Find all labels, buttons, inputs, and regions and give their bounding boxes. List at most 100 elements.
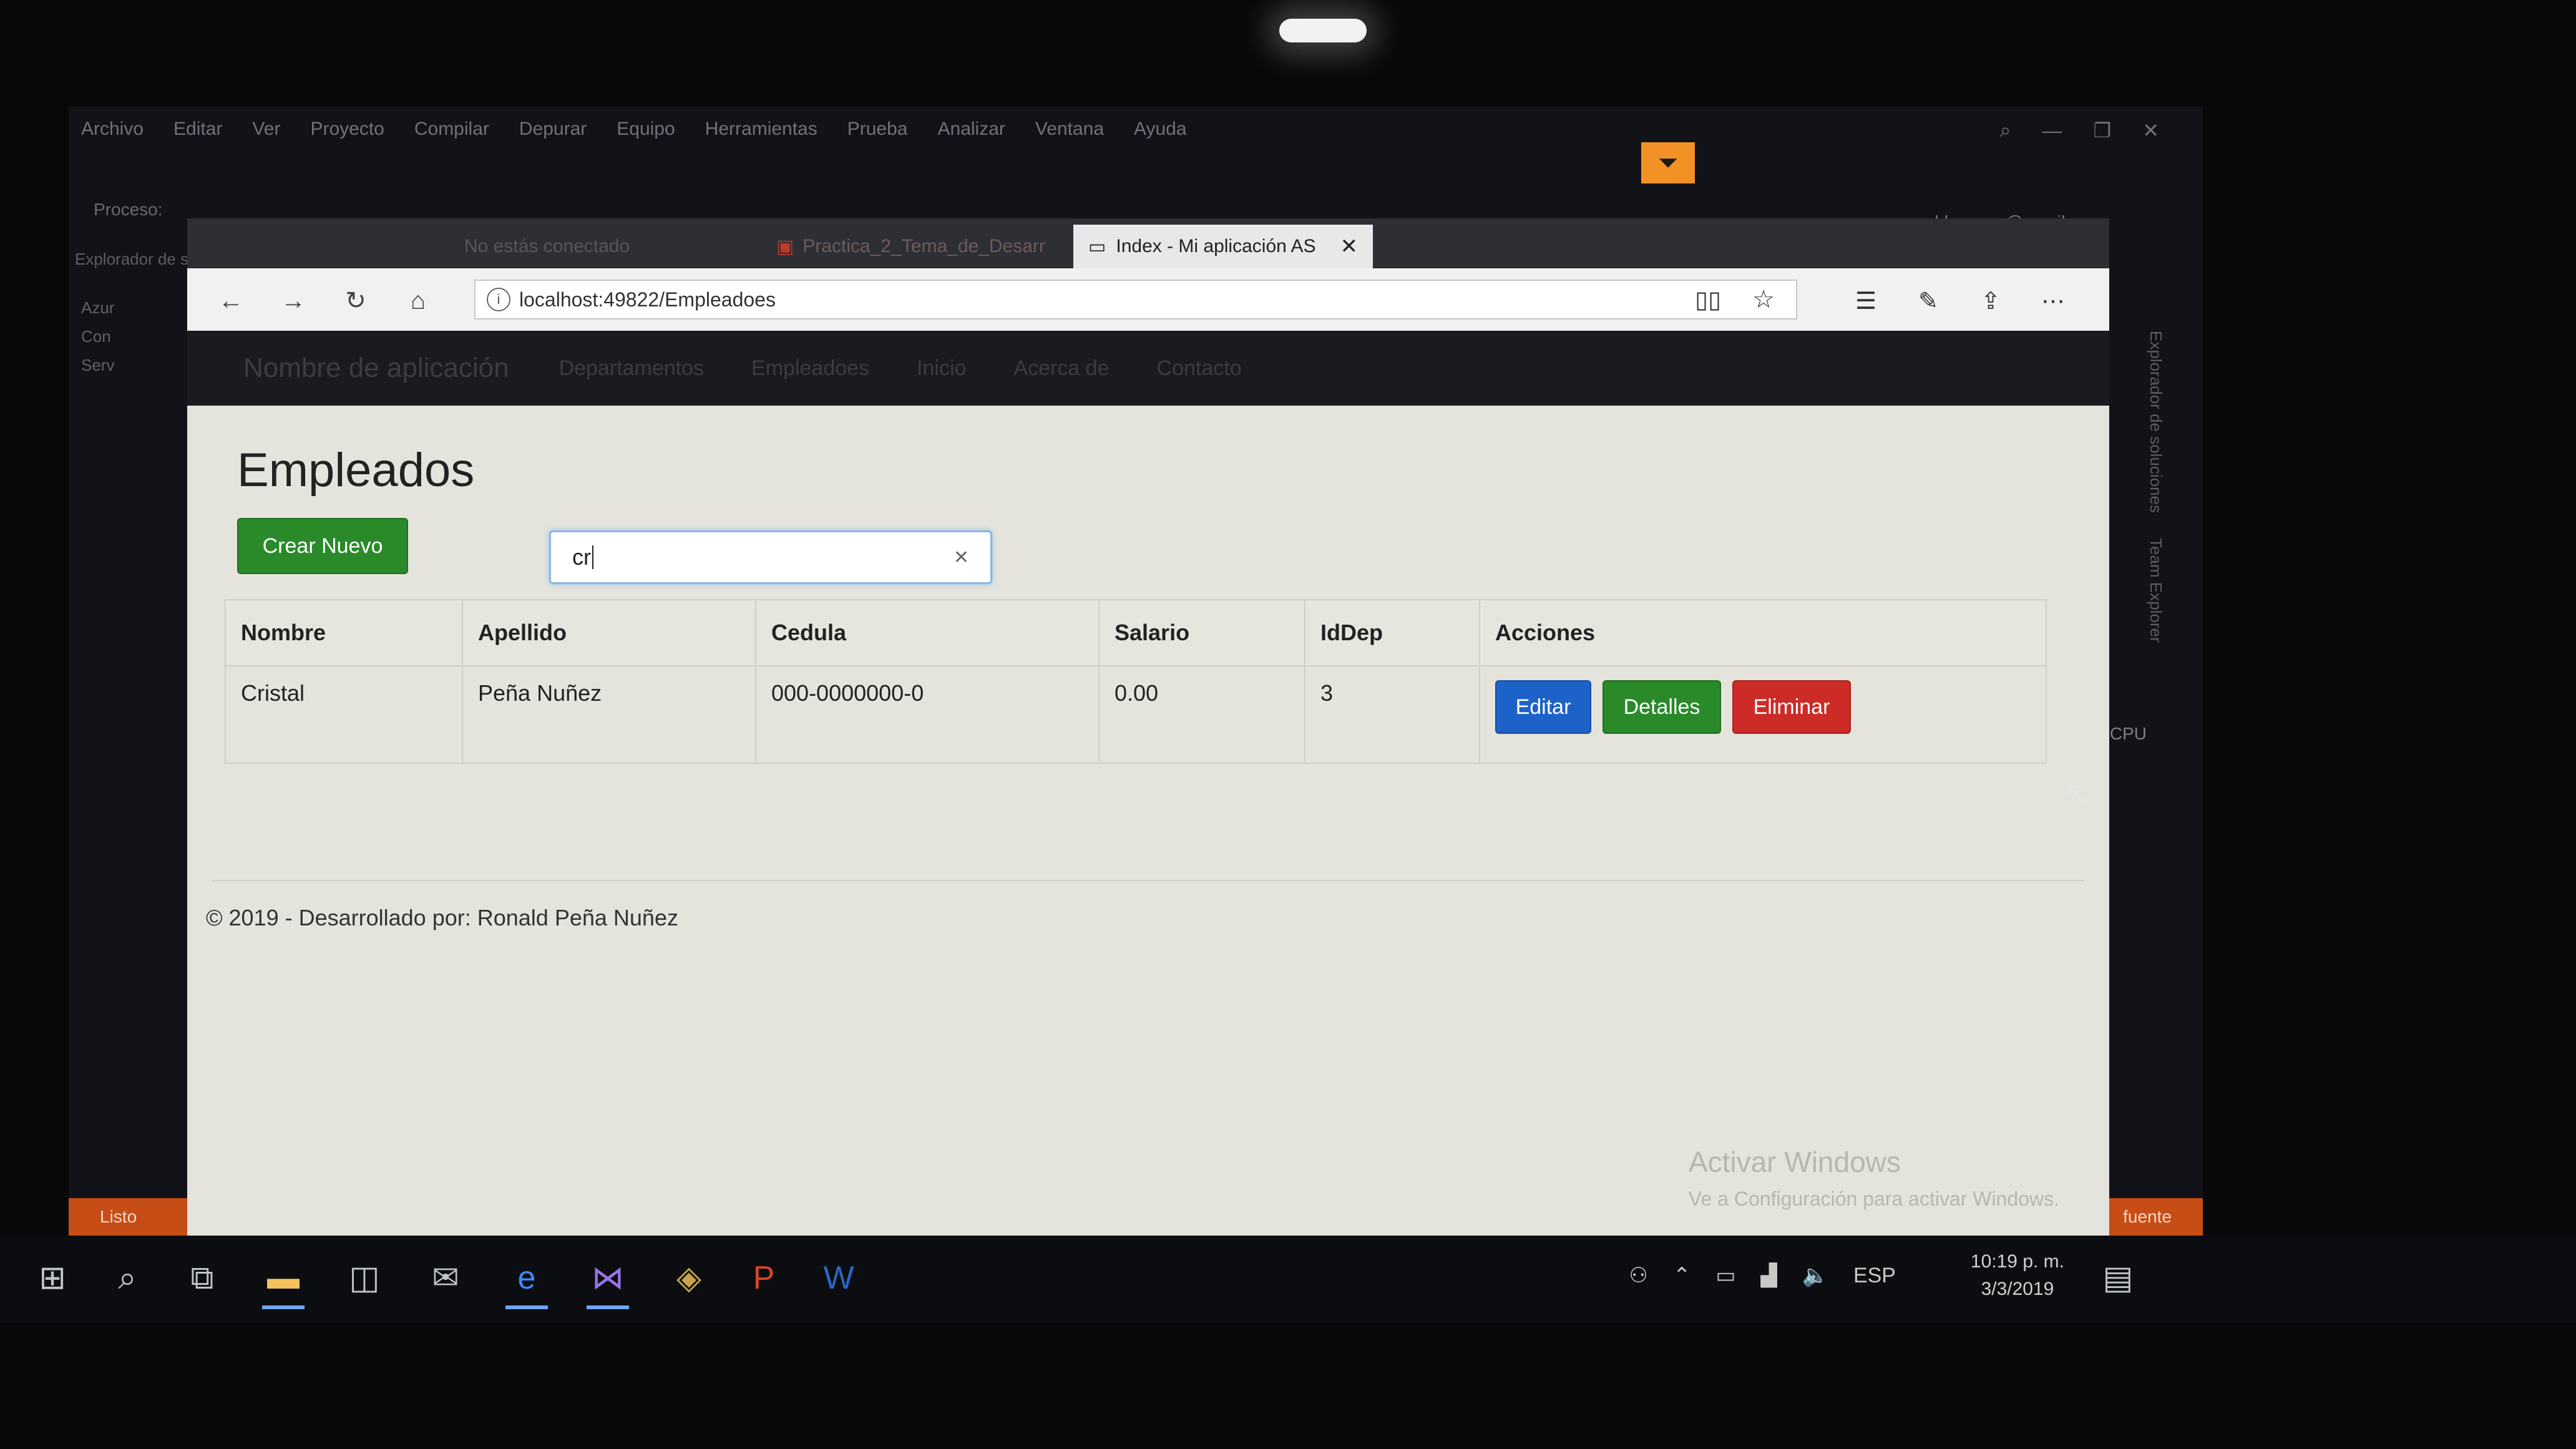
menu-ayuda[interactable]: Ayuda — [1134, 119, 1187, 140]
info-icon[interactable]: i — [487, 288, 510, 311]
chevron-up-icon[interactable]: ⌃ — [1673, 1263, 1691, 1288]
more-icon[interactable]: ⋯ — [2034, 282, 2072, 320]
forward-icon[interactable]: → — [275, 282, 312, 320]
nav-link-departamentos[interactable]: Departamentos — [559, 356, 704, 381]
refresh-icon[interactable]: ↻ — [337, 282, 374, 320]
clock-date: 3/3/2019 — [1981, 1279, 2054, 1299]
favorites-icon[interactable]: ☰ — [1847, 282, 1885, 320]
menu-editar[interactable]: Editar — [173, 119, 222, 140]
tree-item[interactable]: Azur — [81, 293, 114, 322]
details-button[interactable]: Detalles — [1603, 680, 1721, 734]
cell-cedula: 000-0000000-0 — [755, 665, 1100, 764]
nav-link-inicio[interactable]: Inicio — [917, 356, 966, 381]
column-header-nombre: Nombre — [225, 599, 463, 666]
people-icon[interactable]: ⚇ — [1629, 1263, 1647, 1288]
search-icon[interactable]: ⌕ — [2000, 119, 2011, 142]
close-tab-icon[interactable]: ✕ — [1340, 234, 1359, 259]
edit-button[interactable]: Editar — [1495, 680, 1591, 734]
menu-analizar[interactable]: Analizar — [938, 119, 1005, 140]
solution-tree: Azur Con Serv — [81, 293, 114, 379]
delete-button[interactable]: Eliminar — [1732, 680, 1851, 734]
menu-prueba[interactable]: Prueba — [847, 119, 908, 140]
tab-label: No estás conectado — [464, 236, 630, 256]
menu-herramientas[interactable]: Herramientas — [705, 119, 817, 140]
reading-view-icon[interactable]: ▯▯ — [1695, 286, 1721, 314]
vs-menu-bar: Archivo Editar Ver Proyecto Compilar Dep… — [81, 119, 1187, 140]
language-indicator[interactable]: ESP — [1853, 1264, 1896, 1288]
windows-start-icon[interactable]: ⊞ — [25, 1251, 80, 1305]
network-icon[interactable]: ▟ — [1760, 1263, 1777, 1288]
table-header-row: Nombre Apellido Cedula Salario IdDep Acc… — [225, 599, 2047, 666]
tab-index[interactable]: ▭ Index - Mi aplicación AS ✕ — [1073, 225, 1373, 268]
watermark-subtitle: Ve a Configuración para activar Windows. — [1688, 1188, 2059, 1210]
visual-studio-icon[interactable]: ⋈ — [580, 1251, 635, 1309]
clear-search-icon[interactable]: ✕ — [954, 547, 969, 568]
clock[interactable]: 10:19 p. m. 3/3/2019 — [1971, 1248, 2064, 1303]
nav-link-contacto[interactable]: Contacto — [1157, 356, 1242, 381]
back-icon[interactable]: ← — [212, 282, 250, 320]
menu-depurar[interactable]: Depurar — [519, 119, 587, 140]
share-icon[interactable]: ⇪ — [1972, 282, 2009, 320]
activate-windows-watermark: Activar Windows Ve a Configuración para … — [1689, 1145, 2059, 1211]
powerpoint-icon[interactable]: P — [736, 1251, 791, 1305]
column-header-salario: Salario — [1098, 599, 1305, 666]
side-tab-solution-explorer[interactable]: Explorador de soluciones — [2146, 331, 2165, 513]
edge-icon[interactable]: e — [499, 1251, 554, 1309]
menu-ver[interactable]: Ver — [252, 119, 280, 140]
create-new-button[interactable]: Crear Nuevo — [237, 518, 408, 574]
store-icon[interactable]: ◫ — [337, 1251, 392, 1305]
notifications-icon[interactable]: ▤ — [2091, 1251, 2145, 1305]
search-icon[interactable]: ⌕ — [100, 1251, 155, 1305]
site-nav-links: Departamentos Empleadoes Inicio Acerca d… — [559, 356, 1242, 381]
cell-apellido: Peña Nuñez — [462, 665, 756, 764]
menu-proyecto[interactable]: Proyecto — [310, 119, 384, 140]
filter-icon[interactable]: ⏷ — [1641, 142, 1695, 183]
minimize-icon[interactable]: — — [2042, 119, 2062, 142]
footer-text: © 2019 - Desarrollado por: Ronald Peña N… — [206, 905, 678, 930]
address-bar[interactable]: i localhost:49822/Empleadoes ▯▯ ☆ — [474, 280, 1797, 320]
footer-divider — [212, 880, 2084, 881]
nav-link-empleadoes[interactable]: Empleadoes — [751, 356, 869, 381]
side-tabs: Explorador de soluciones Team Explorer — [2146, 331, 2165, 643]
tab-practica[interactable]: ▣ Practica_2_Tema_de_Desarr — [761, 225, 1061, 268]
menu-compilar[interactable]: Compilar — [414, 119, 489, 140]
tab-not-connected[interactable]: No estás conectado — [449, 225, 749, 268]
windows-taskbar: ⊞ ⌕ ⧉ ▬ ◫ ✉ e ⋈ ◈ P W ⚇ ⌃ ▭ ▟ 🔈 ESP 10:1… — [0, 1236, 2576, 1323]
menu-archivo[interactable]: Archivo — [81, 119, 144, 140]
employees-table: Nombre Apellido Cedula Salario IdDep Acc… — [225, 599, 2047, 764]
pen-icon[interactable]: ✎ — [1910, 282, 1947, 320]
home-icon[interactable]: ⌂ — [399, 282, 437, 320]
battery-icon[interactable]: ▭ — [1715, 1263, 1735, 1288]
system-tray: ⚇ ⌃ ▭ ▟ 🔈 ESP — [1629, 1263, 1896, 1288]
close-icon[interactable]: ✕ — [2142, 119, 2159, 142]
search-input[interactable]: cr ✕ — [549, 530, 992, 584]
mail-icon[interactable]: ✉ — [418, 1251, 473, 1305]
status-right-text[interactable]: fuente — [2123, 1207, 2172, 1227]
volume-icon[interactable]: 🔈 — [1802, 1263, 1828, 1288]
column-header-apellido: Apellido — [462, 599, 756, 666]
menu-equipo[interactable]: Equipo — [617, 119, 675, 140]
column-header-acciones: Acciones — [1479, 599, 2047, 666]
tab-label: Index - Mi aplicación AS — [1116, 236, 1316, 256]
menu-ventana[interactable]: Ventana — [1035, 119, 1104, 140]
pdf-icon: ▣ — [776, 236, 794, 257]
task-view-icon[interactable]: ⧉ — [175, 1251, 230, 1305]
file-explorer-icon[interactable]: ▬ — [256, 1251, 311, 1309]
word-icon[interactable]: W — [811, 1251, 866, 1305]
side-tab-team-explorer[interactable]: Team Explorer — [2146, 538, 2165, 643]
maximize-icon[interactable]: ❐ — [2094, 119, 2112, 142]
favorite-star-icon[interactable]: ☆ — [1752, 285, 1775, 314]
tab-bar: No estás conectado ▣ Practica_2_Tema_de_… — [187, 218, 2109, 268]
navigation-bar: ← → ↻ ⌂ i localhost:49822/Empleadoes ▯▯ … — [187, 268, 2109, 332]
nav-link-acerca[interactable]: Acerca de — [1013, 356, 1109, 381]
column-header-iddep: IdDep — [1304, 599, 1480, 666]
cell-nombre: Cristal — [225, 665, 463, 764]
mouse-cursor-icon: ↖ — [2062, 775, 2091, 812]
cell-salario: 0.00 — [1098, 665, 1305, 764]
tree-item[interactable]: Con — [81, 322, 114, 351]
site-brand[interactable]: Nombre de aplicación — [243, 353, 509, 384]
sql-server-icon[interactable]: ◈ — [661, 1251, 716, 1305]
cpu-label: CPU — [2109, 724, 2147, 743]
tree-item[interactable]: Serv — [81, 351, 114, 379]
edge-browser-window: No estás conectado ▣ Practica_2_Tema_de_… — [187, 218, 2109, 1267]
